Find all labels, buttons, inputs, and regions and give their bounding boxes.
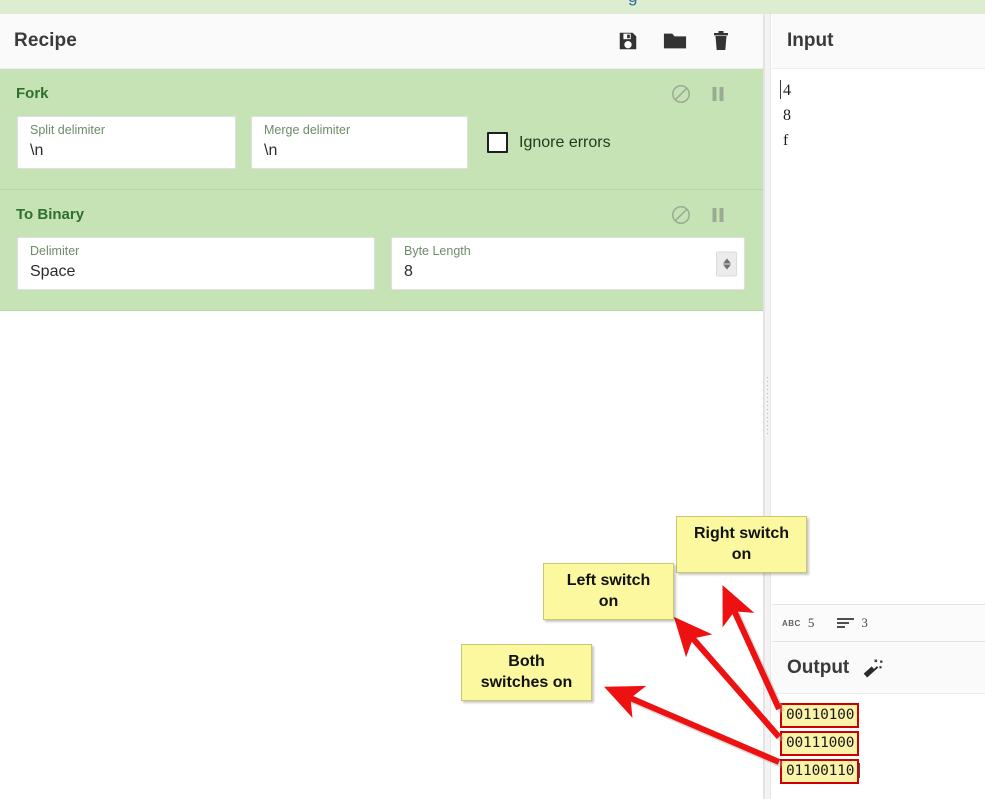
save-icon[interactable] (617, 30, 639, 52)
io-pane: Input 4 8 f ABC 5 3 Output 00110100 0011… (772, 14, 985, 799)
top-strip: g (0, 0, 985, 14)
operation-to-binary[interactable]: To Binary Delimiter Space Byte Length 8 (0, 190, 763, 311)
output-row: 00110100 (780, 703, 860, 731)
recipe-pane: Recipe Fork Split delimiter \n Merge del… (0, 14, 764, 799)
output-title-bar: Output (772, 642, 985, 694)
output-value: 00111000 (780, 731, 860, 756)
split-delimiter-label: Split delimiter (30, 123, 106, 137)
input-textarea[interactable]: 4 8 f (772, 69, 985, 604)
cyberchef-window: g Recipe (0, 0, 985, 799)
char-count: 5 (807, 615, 815, 630)
split-delimiter-value: \n (30, 142, 44, 159)
byte-length-value: 8 (404, 263, 413, 280)
chevron-up-icon[interactable] (722, 258, 731, 263)
byte-length-label: Byte Length (404, 244, 471, 258)
delimiter-value: Space (30, 263, 76, 280)
pause-icon[interactable] (711, 207, 725, 223)
trash-icon[interactable] (711, 30, 731, 52)
operation-header: Fork (16, 83, 747, 111)
operation-arguments: Split delimiter \n Merge delimiter \n Ig… (16, 116, 747, 169)
input-line: 8 (783, 107, 791, 124)
output-row: 01100110 (780, 759, 861, 787)
operation-controls (671, 204, 747, 225)
operation-header: To Binary (16, 204, 747, 232)
disable-icon[interactable] (671, 205, 691, 225)
merge-delimiter-field[interactable]: Merge delimiter \n (251, 116, 468, 169)
splitter-grip (767, 376, 768, 437)
recipe-empty-area[interactable] (0, 311, 763, 761)
magic-wand-icon[interactable] (861, 657, 885, 679)
merge-delimiter-value: \n (264, 142, 278, 159)
input-line: f (783, 132, 789, 149)
operation-arguments: Delimiter Space Byte Length 8 (16, 237, 747, 290)
line-count: 3 (861, 615, 868, 630)
output-value: 00110100 (780, 703, 860, 728)
input-status-bar: ABC 5 3 (772, 604, 985, 642)
recipe-toolbar (617, 30, 749, 52)
output-value: 01100110 (780, 759, 860, 784)
byte-length-field[interactable]: Byte Length 8 (391, 237, 745, 290)
operation-title: Fork (16, 85, 49, 102)
output-title: Output (787, 656, 850, 678)
recipe-title: Recipe (14, 30, 77, 51)
pause-icon[interactable] (711, 86, 725, 102)
input-line: 4 (783, 82, 791, 99)
text-caret (780, 80, 781, 99)
chevron-down-icon[interactable] (722, 264, 731, 269)
pane-splitter[interactable] (764, 14, 771, 799)
input-title-bar: Input (772, 14, 985, 69)
disable-icon[interactable] (671, 84, 691, 104)
merge-delimiter-label: Merge delimiter (264, 123, 351, 137)
lines-icon (837, 617, 855, 629)
ignore-errors-checkbox[interactable]: Ignore errors (487, 132, 611, 153)
output-row: 00111000 (780, 731, 860, 759)
input-title: Input (787, 30, 834, 51)
operation-fork[interactable]: Fork Split delimiter \n Merge delimiter … (0, 69, 763, 190)
top-strip-glyph: g (628, 0, 637, 7)
operation-controls (671, 83, 747, 104)
ignore-errors-label: Ignore errors (519, 133, 611, 151)
delimiter-field[interactable]: Delimiter Space (17, 237, 375, 290)
delimiter-label: Delimiter (30, 244, 80, 258)
output-textarea[interactable]: 00110100 00111000 01100110 (772, 694, 985, 799)
split-delimiter-field[interactable]: Split delimiter \n (17, 116, 236, 169)
folder-icon[interactable] (663, 30, 687, 52)
byte-length-stepper[interactable] (716, 251, 737, 276)
output-caret (859, 763, 861, 778)
abc-icon: ABC (782, 618, 801, 628)
recipe-title-bar: Recipe (0, 14, 763, 69)
operation-title: To Binary (16, 206, 85, 223)
checkbox-box[interactable] (487, 132, 508, 153)
